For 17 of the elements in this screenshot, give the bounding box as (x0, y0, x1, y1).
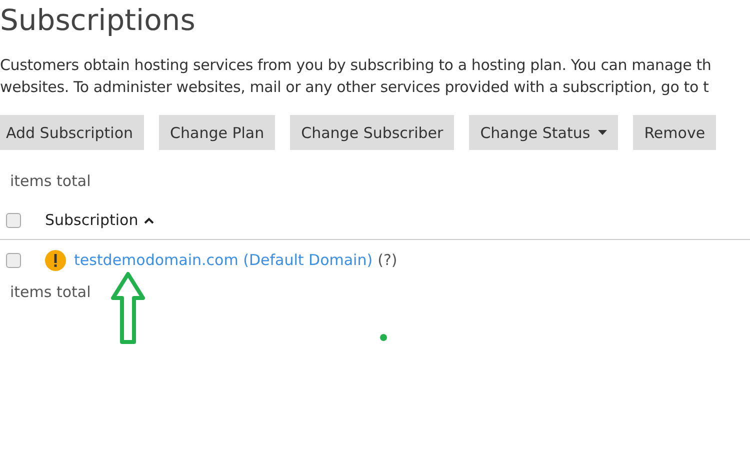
row-checkbox[interactable] (6, 252, 21, 268)
caret-icon (598, 130, 608, 135)
help-link[interactable]: (?) (378, 251, 398, 269)
items-total: items total (9, 171, 91, 192)
column-header[interactable]: Subscription (45, 211, 138, 229)
sort-caret-icon[interactable] (144, 216, 154, 224)
dot-marker (380, 334, 387, 341)
description-text: Customers obtain hosting services from you by subscribing to a hosting plan. You can manage th (0, 55, 712, 76)
toolbar-button[interactable]: Change Plan (159, 115, 276, 150)
toolbar-button[interactable]: Add Subscription (0, 115, 144, 150)
toolbar-button[interactable]: Change Subscriber (290, 115, 454, 150)
toolbar-button[interactable]: Remove (633, 115, 716, 150)
description-text: websites. To administer websites, mail or any other services provided with a subscription, go to t (0, 77, 710, 98)
items-total: items total (9, 282, 91, 303)
select-all-checkbox[interactable] (6, 212, 21, 228)
page-title: Subscriptions (0, 2, 196, 38)
dropdown-button[interactable]: Change Status (469, 115, 618, 150)
